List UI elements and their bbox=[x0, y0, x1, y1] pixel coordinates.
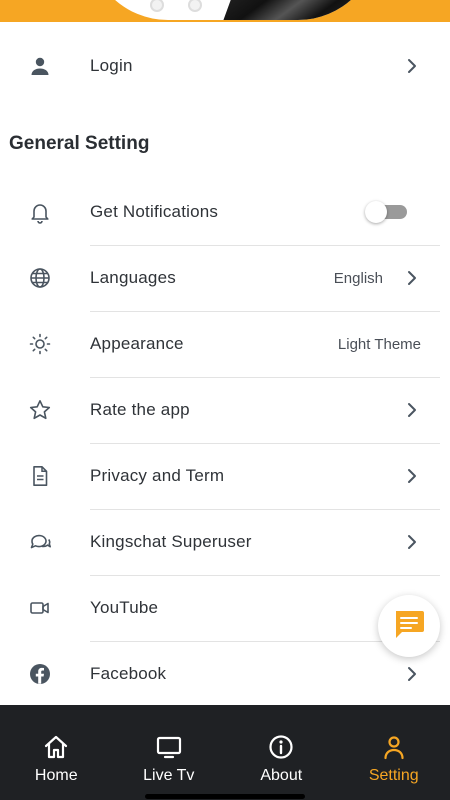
chevron-right-icon bbox=[404, 58, 420, 74]
settings-item-kingschat[interactable]: Kingschat Superuser bbox=[0, 509, 450, 575]
video-camera-icon bbox=[26, 594, 54, 622]
facebook-icon bbox=[26, 660, 54, 688]
nav-label: Setting bbox=[368, 767, 419, 784]
settings-item-privacy[interactable]: Privacy and Term bbox=[0, 443, 450, 509]
nav-item-about[interactable]: About bbox=[225, 705, 338, 800]
toggle-knob bbox=[365, 201, 387, 223]
language-value: English bbox=[333, 269, 383, 287]
settings-item-label: Privacy and Term bbox=[90, 466, 225, 485]
chevron-right-icon bbox=[404, 534, 420, 550]
info-icon bbox=[267, 733, 295, 766]
document-icon bbox=[26, 462, 54, 490]
chat-bubbles-icon bbox=[26, 528, 54, 556]
login-row[interactable]: Login bbox=[0, 33, 450, 99]
settings-item-label: Rate the app bbox=[90, 400, 190, 419]
section-title: General Setting bbox=[9, 133, 150, 154]
bottom-navigation: Home Live Tv About Setting bbox=[0, 705, 450, 800]
tv-icon bbox=[155, 733, 183, 766]
settings-item-rate-app[interactable]: Rate the app bbox=[0, 377, 450, 443]
nav-item-setting[interactable]: Setting bbox=[338, 705, 450, 800]
nav-label: Home bbox=[34, 767, 78, 784]
home-indicator bbox=[145, 794, 305, 799]
star-icon bbox=[26, 396, 54, 424]
nav-item-home[interactable]: Home bbox=[0, 705, 113, 800]
chevron-right-icon bbox=[404, 666, 420, 682]
person-icon bbox=[26, 52, 54, 80]
settings-item-label: Languages bbox=[90, 268, 176, 287]
user-icon bbox=[380, 733, 408, 766]
home-icon bbox=[42, 733, 70, 766]
chevron-right-icon bbox=[404, 402, 420, 418]
chevron-right-icon bbox=[404, 468, 420, 484]
profile-image bbox=[88, 0, 378, 20]
banner-dark-shape bbox=[223, 0, 378, 20]
settings-item-label: Facebook bbox=[90, 664, 167, 683]
chat-message-icon bbox=[391, 606, 427, 647]
bell-icon bbox=[26, 198, 54, 226]
settings-item-label: YouTube bbox=[90, 598, 159, 617]
settings-item-label: Kingschat Superuser bbox=[90, 532, 252, 551]
nav-label: About bbox=[260, 767, 303, 784]
appearance-value: Light Theme bbox=[337, 335, 421, 353]
profile-banner bbox=[0, 0, 450, 22]
settings-item-label: Appearance bbox=[90, 334, 184, 353]
chevron-right-icon bbox=[404, 270, 420, 286]
login-label: Login bbox=[90, 56, 133, 75]
globe-icon bbox=[26, 264, 54, 292]
settings-item-facebook[interactable]: Facebook bbox=[0, 641, 450, 707]
notifications-toggle[interactable] bbox=[365, 201, 407, 223]
settings-item-label: Get Notifications bbox=[90, 202, 219, 221]
settings-item-appearance[interactable]: Appearance Light Theme bbox=[0, 311, 450, 377]
settings-item-languages[interactable]: Languages English bbox=[0, 245, 450, 311]
nav-item-live-tv[interactable]: Live Tv bbox=[113, 705, 226, 800]
settings-item-notifications[interactable]: Get Notifications bbox=[0, 179, 450, 245]
banner-dot bbox=[188, 0, 202, 12]
sun-icon bbox=[26, 330, 54, 358]
chat-fab-button[interactable] bbox=[378, 595, 440, 657]
nav-label: Live Tv bbox=[143, 767, 195, 784]
banner-dot bbox=[150, 0, 164, 12]
